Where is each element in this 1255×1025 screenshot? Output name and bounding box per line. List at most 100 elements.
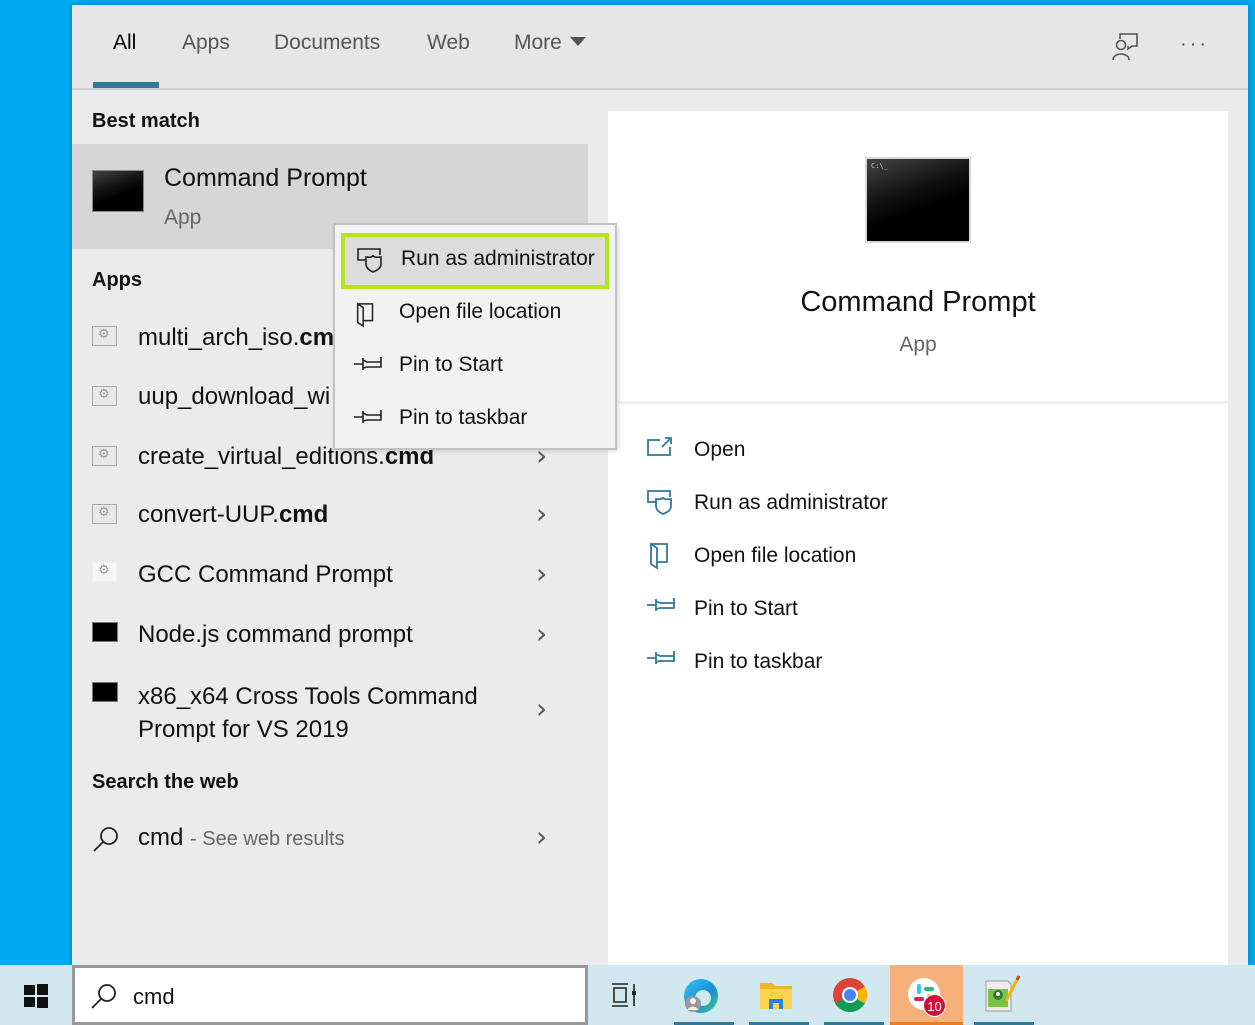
batch-file-icon [92, 446, 117, 466]
action-label: Run as administrator [694, 491, 888, 514]
chevron-right-icon[interactable]: › [536, 497, 547, 530]
search-icon [91, 984, 116, 1009]
file-location-icon [356, 302, 374, 328]
chevron-right-icon[interactable]: › [536, 617, 547, 650]
tab-apps[interactable]: Apps [182, 31, 230, 55]
action-label: Pin to taskbar [694, 650, 823, 673]
apps-heading: Apps [92, 269, 142, 291]
chevron-right-icon[interactable]: › [536, 820, 547, 853]
context-menu-open-file-location[interactable]: Open file location [335, 287, 615, 339]
console-icon [92, 682, 118, 702]
windows-logo-icon [24, 984, 48, 1008]
action-open[interactable]: Open [644, 430, 1044, 470]
notepad-plus-plus-icon [985, 975, 1020, 1012]
batch-file-icon [92, 504, 117, 524]
context-menu-label: Pin to taskbar [399, 406, 528, 429]
app-label: multi_arch_iso.cmd [138, 324, 349, 352]
task-view-button[interactable] [596, 965, 672, 1025]
feedback-button[interactable] [1110, 32, 1140, 62]
open-icon [647, 437, 672, 456]
web-suffix: - See web results [190, 828, 345, 850]
list-item[interactable]: x86_x64 Cross Tools Command Prompt for VS… [72, 670, 588, 750]
action-run-as-admin[interactable]: Run as administrator [644, 483, 1044, 523]
taskbar-notepad-plus-plus[interactable] [970, 965, 1046, 1025]
action-label: Open file location [694, 544, 857, 567]
tab-more-label: More [514, 31, 562, 54]
chrome-icon [833, 978, 867, 1012]
edge-icon [684, 979, 718, 1013]
chevron-right-icon[interactable]: › [536, 557, 547, 590]
start-button[interactable] [0, 965, 72, 1025]
task-view-icon [612, 983, 636, 1007]
feedback-person-icon [1112, 33, 1138, 61]
tab-web[interactable]: Web [427, 31, 470, 55]
best-match-heading: Best match [92, 110, 200, 132]
batch-file-icon [92, 386, 117, 406]
console-icon [92, 622, 118, 642]
app-name-line2: Prompt for VS 2019 [138, 716, 349, 743]
web-query: cmd [138, 824, 184, 851]
divider [608, 401, 1228, 404]
app-label: GCC Command Prompt [138, 561, 393, 589]
taskbar-slack[interactable]: 10 [890, 965, 963, 1025]
tab-documents[interactable]: Documents [274, 31, 380, 55]
context-menu-run-as-admin[interactable]: Run as administrator [341, 233, 609, 289]
start-search-panel: All Apps Documents Web More ··· Best mat… [72, 5, 1248, 965]
action-label: Pin to Start [694, 597, 798, 620]
app-label: uup_download_wi [138, 383, 330, 411]
web-result-label: cmd - See web results [138, 824, 345, 852]
tab-all[interactable]: All [113, 31, 136, 55]
taskbar-search-input[interactable]: cmd [72, 965, 588, 1025]
app-name: convert-UUP. [138, 501, 279, 528]
search-web-heading: Search the web [92, 771, 239, 793]
taskbar-chrome[interactable] [820, 965, 896, 1025]
action-open-file-location[interactable]: Open file location [644, 536, 1044, 576]
search-value: cmd [133, 984, 175, 1009]
action-pin-to-taskbar[interactable]: Pin to taskbar [644, 642, 1044, 682]
context-menu: Run as administrator Open file location … [333, 223, 617, 450]
preview-subtitle: App [899, 333, 937, 356]
tab-more[interactable]: More [514, 31, 586, 55]
caret-down-icon [569, 37, 586, 46]
filter-tabs: All Apps Documents Web More ··· [72, 5, 1248, 90]
file-location-icon [650, 542, 668, 570]
action-pin-to-start[interactable]: Pin to Start [644, 589, 1044, 629]
icon-caption: C:\_ [871, 162, 888, 170]
command-prompt-icon: C:\_ [865, 157, 971, 243]
context-menu-pin-to-start[interactable]: Pin to Start [335, 340, 615, 392]
taskbar-edge[interactable] [670, 965, 746, 1025]
app-name: x86_x64 Cross Tools Command [138, 683, 478, 710]
context-menu-label: Open file location [399, 300, 562, 323]
list-item[interactable]: convert-UUP.cmd › [72, 490, 588, 542]
best-match-subtitle: App [164, 206, 202, 229]
app-name: Node.js command prompt [138, 621, 413, 648]
pin-icon [354, 357, 382, 370]
search-icon [93, 827, 118, 852]
pin-icon [647, 651, 675, 664]
batch-file-icon [92, 326, 117, 346]
pin-icon [647, 598, 675, 611]
preview-title: Command Prompt [800, 286, 1036, 318]
batch-file-icon [92, 562, 117, 582]
list-item[interactable]: Node.js command prompt › [72, 610, 588, 662]
chevron-right-icon[interactable]: › [536, 692, 547, 725]
active-tab-indicator [93, 82, 159, 88]
folder-icon [760, 983, 792, 1009]
list-item[interactable]: GCC Command Prompt › [72, 550, 588, 602]
more-options-button[interactable]: ··· [1180, 33, 1209, 56]
taskbar-file-explorer[interactable] [745, 965, 821, 1025]
app-name: GCC Command Prompt [138, 561, 393, 588]
pin-icon [354, 410, 382, 423]
app-label: x86_x64 Cross Tools Command Prompt for VS… [138, 680, 478, 746]
web-result-item[interactable]: cmd - See web results › [72, 812, 588, 864]
app-name: uup_download_wi [138, 383, 331, 410]
app-name: multi_arch_iso. [138, 324, 300, 351]
notification-badge: 10 [923, 994, 946, 1017]
app-label: convert-UUP.cmd [138, 501, 328, 529]
shield-admin-icon [647, 490, 672, 515]
context-menu-pin-to-taskbar[interactable]: Pin to taskbar [335, 393, 615, 445]
action-label: Open [694, 438, 746, 461]
context-menu-label: Pin to Start [399, 353, 503, 376]
app-label: Node.js command prompt [138, 621, 413, 649]
taskbar: cmd 10 [0, 965, 1255, 1025]
